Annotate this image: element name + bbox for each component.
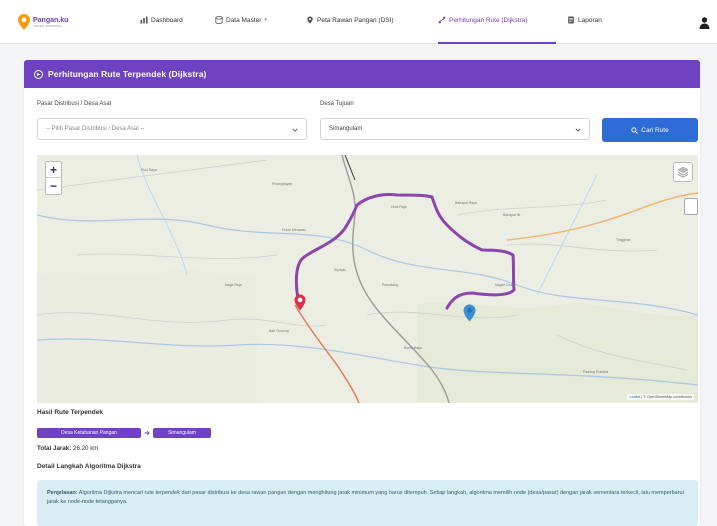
nav-item-data-master[interactable]: Data Master ▾ — [215, 16, 267, 24]
nav-label: Perhitungan Rute (Dijkstra) — [449, 16, 528, 24]
route-card: Perhitungan Rute Terpendek (Dijkstra) Pa… — [24, 60, 700, 526]
nav-item-laporan[interactable]: Laporan — [567, 16, 602, 24]
nav-label: Laporan — [578, 16, 602, 24]
nav-item-dashboard[interactable]: Dashboard — [140, 16, 183, 24]
total-distance: Total Jarak: 26.20 km — [37, 445, 98, 452]
database-icon — [215, 16, 223, 24]
origin-select[interactable]: -- Pilih Pasar Distribusi / Desa Asal -- — [37, 118, 307, 140]
nav-item-peta-rawan[interactable]: Peta Rawan Pangan (DSI) — [306, 16, 394, 24]
info-text: Algoritma Dijkstra mencari rute terpende… — [47, 490, 684, 505]
active-tab-indicator — [438, 42, 556, 44]
arrow-right-icon — [143, 428, 151, 438]
map-canvas — [37, 155, 698, 403]
zoom-in-button[interactable]: + — [46, 162, 61, 178]
destination-select[interactable]: Simangulam — [320, 118, 590, 140]
route-to-badge: Simangulam — [153, 428, 211, 438]
map-place-label: Dolok Merawan — [282, 228, 307, 232]
map-place-label: Pulo Bayu — [141, 168, 157, 172]
nav-item-perhitungan-rute[interactable]: Perhitungan Rute (Dijkstra) — [438, 16, 527, 24]
search-route-button[interactable]: Cari Rute — [602, 118, 698, 142]
route-map[interactable]: Pulo Bayu Pinangbayan Bahapal Raya Dolok… — [37, 155, 698, 403]
origin-marker-icon[interactable] — [294, 294, 306, 311]
layers-button[interactable] — [673, 162, 693, 182]
top-navbar: Pangan.ku SISTEM INFORMASI Dashboard Dat… — [0, 0, 717, 44]
report-icon — [568, 16, 574, 24]
map-place-label: Buntu Bayu — [404, 346, 423, 350]
map-place-label: Naga Raja — [225, 283, 242, 287]
destination-marker-icon[interactable] — [463, 304, 476, 322]
map-place-label: Pamatang — [382, 283, 398, 287]
map-place-label: Bahapal Raya — [455, 201, 477, 205]
chevron-down-icon — [292, 128, 298, 132]
map-place-label: Pinangbayan — [272, 182, 293, 186]
zoom-control: + − — [45, 161, 62, 195]
total-distance-value: 26.20 km — [73, 445, 99, 452]
chevron-down-icon: ▾ — [264, 17, 267, 23]
search-icon — [631, 126, 639, 134]
destination-value: Simangulam — [329, 126, 363, 132]
nav-label: Dashboard — [151, 16, 183, 24]
map-place-label: Tinggiran — [616, 238, 631, 242]
map-place-label: Huta Raja — [391, 205, 407, 209]
nav-label: Data Master — [226, 16, 262, 24]
result-title: Hasil Rute Terpendek — [37, 409, 103, 416]
chevron-down-icon — [575, 128, 581, 132]
steps-title: Detail Langkah Algoritma Dijkstra — [37, 463, 141, 470]
card-title: Perhitungan Rute Terpendek (Dijkstra) — [48, 69, 207, 79]
search-button-label: Cari Rute — [641, 126, 669, 134]
route-icon — [34, 69, 43, 79]
map-attribution: Leaflet | © OpenStreetMap contributors — [627, 394, 694, 400]
map-place-label: Bahapal Ilir — [503, 213, 521, 217]
map-place-label: Nagori Dolok — [495, 283, 516, 287]
map-place-label: Bah Gunung — [269, 329, 289, 333]
zoom-out-button[interactable]: − — [46, 178, 61, 194]
info-label: Penjelasan: — [47, 490, 78, 496]
algorithm-info-alert: Penjelasan: Algoritma Dijkstra mencari r… — [37, 480, 698, 526]
destination-label: Desa Tujuan — [320, 101, 354, 107]
route-icon — [438, 16, 446, 24]
layers-icon — [677, 166, 689, 178]
user-icon[interactable] — [699, 17, 710, 29]
origin-label: Pasar Distribusi / Desa Asal — [37, 101, 112, 107]
chart-icon — [140, 16, 148, 24]
map-place-label: Sipispis — [334, 268, 347, 272]
total-distance-label: Total Jarak: — [37, 445, 72, 452]
map-side-panel-toggle[interactable] — [684, 198, 698, 215]
card-header: Perhitungan Rute Terpendek (Dijkstra) — [24, 60, 700, 88]
map-place-label: Padang Rumbia — [583, 370, 609, 374]
map-icon — [307, 16, 313, 24]
leaflet-link[interactable]: Leaflet — [629, 395, 640, 399]
origin-placeholder: -- Pilih Pasar Distribusi / Desa Asal -- — [46, 126, 145, 132]
nav-label: Peta Rawan Pangan (DSI) — [317, 16, 394, 24]
main-nav: Dashboard Data Master ▾ Peta Rawan Panga… — [0, 16, 717, 30]
route-from-badge: Desa Ketahanan Pangan — [37, 428, 141, 438]
